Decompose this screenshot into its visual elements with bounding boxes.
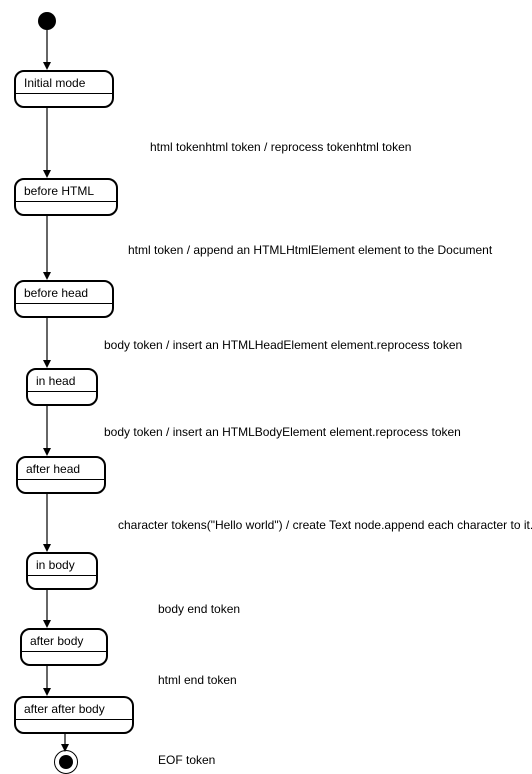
transition-label: html token / append an HTMLHtmlElement e… — [128, 243, 492, 257]
state-label: after body — [22, 630, 106, 651]
state-divider — [18, 479, 104, 492]
state-divider — [28, 391, 96, 404]
state-after-head: after head — [16, 456, 106, 494]
transition-arrow — [46, 404, 48, 456]
transition-arrow — [46, 316, 48, 368]
initial-state-node — [38, 12, 56, 30]
transition-arrow — [46, 30, 48, 70]
transition-label: EOF token — [158, 753, 215, 767]
transition-label: character tokens("Hello world") / create… — [118, 518, 532, 532]
state-label: before HTML — [16, 180, 116, 201]
state-divider — [28, 575, 96, 588]
state-label: after after body — [16, 698, 132, 719]
transition-arrow — [46, 664, 48, 696]
state-before-head: before head — [14, 280, 114, 318]
state-in-head: in head — [26, 368, 98, 406]
state-divider — [16, 719, 132, 732]
state-divider — [16, 201, 116, 214]
transition-label: html tokenhtml token / reprocess tokenht… — [150, 140, 411, 154]
state-label: in body — [28, 554, 96, 575]
transition-label: body token / insert an HTMLBodyElement e… — [104, 425, 461, 439]
transition-arrow — [46, 492, 48, 552]
transition-arrow — [46, 106, 48, 178]
transition-arrow — [46, 214, 48, 280]
transition-label: body end token — [158, 602, 240, 616]
state-after-after-body: after after body — [14, 696, 134, 734]
final-state-node — [54, 750, 78, 774]
transition-label: html end token — [158, 673, 237, 687]
state-label: before head — [16, 282, 112, 303]
state-initial-mode: Initial mode — [14, 70, 114, 108]
transition-arrow — [46, 588, 48, 628]
transition-arrow — [64, 732, 66, 752]
state-label: after head — [18, 458, 104, 479]
state-before-html: before HTML — [14, 178, 118, 216]
state-after-body: after body — [20, 628, 108, 666]
state-label: Initial mode — [16, 72, 112, 93]
state-in-body: in body — [26, 552, 98, 590]
final-state-inner — [59, 755, 73, 769]
state-divider — [16, 303, 112, 316]
transition-label: body token / insert an HTMLHeadElement e… — [104, 338, 462, 352]
state-label: in head — [28, 370, 96, 391]
state-divider — [22, 651, 106, 664]
state-divider — [16, 93, 112, 106]
